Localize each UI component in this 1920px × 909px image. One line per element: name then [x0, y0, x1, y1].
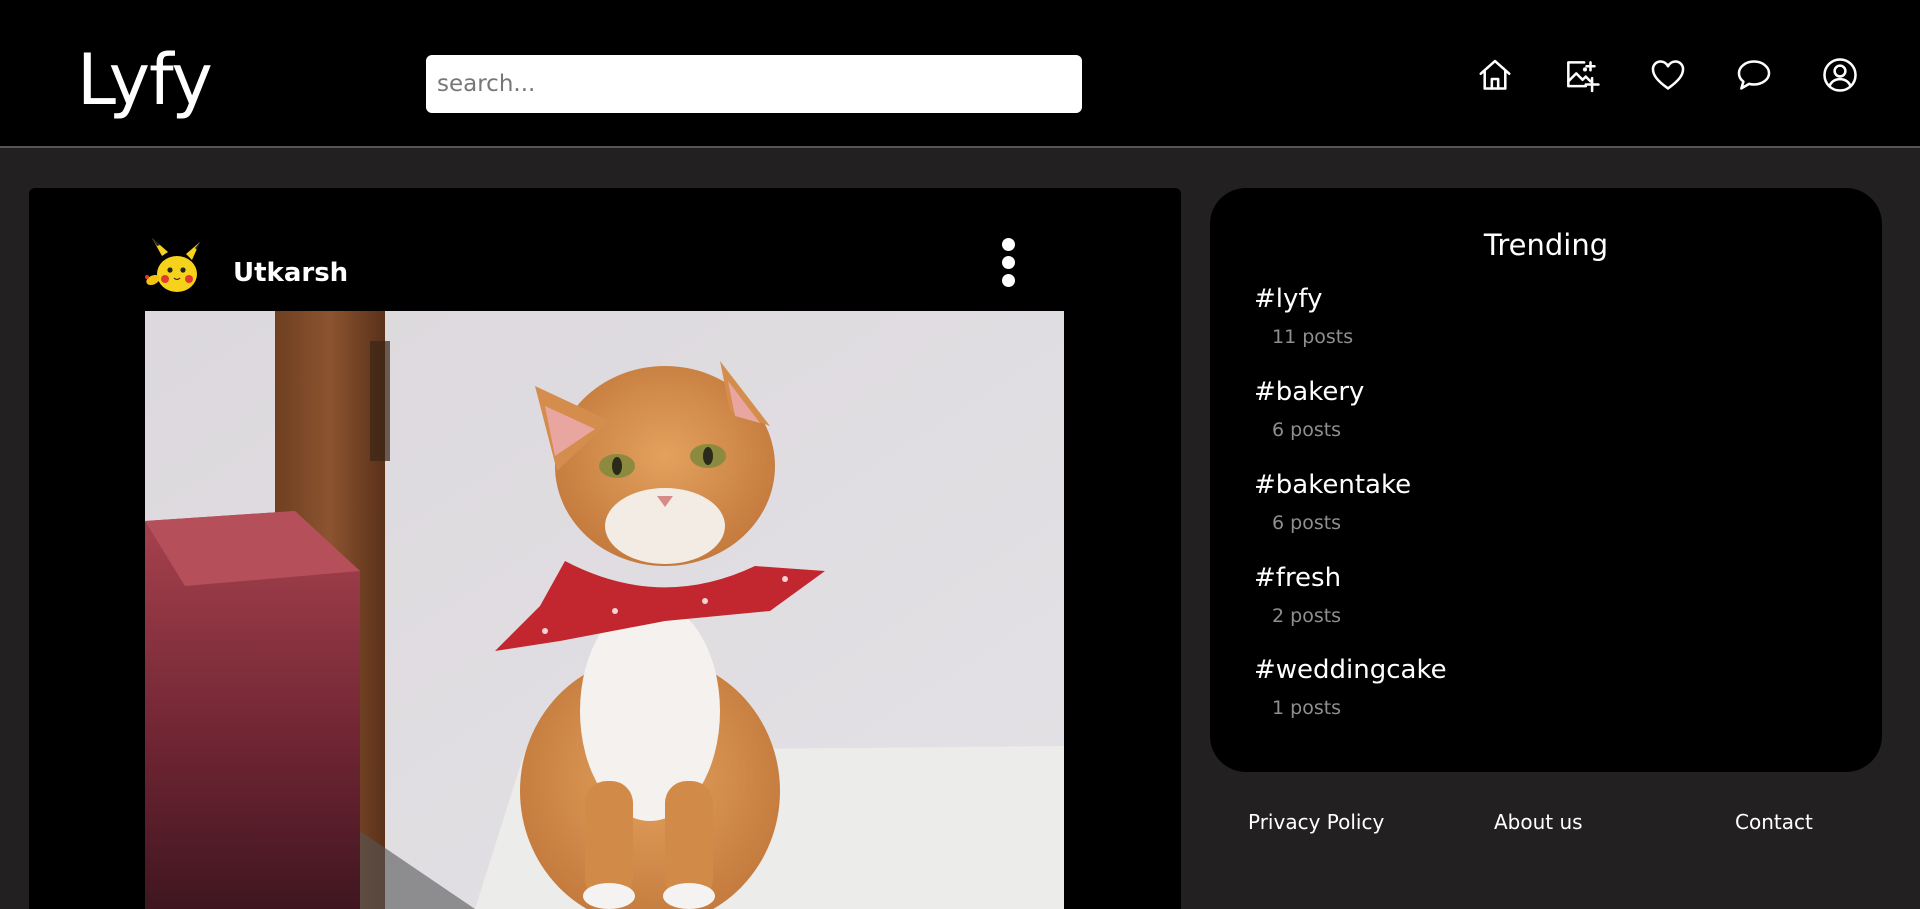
trending-panel: Trending #lyfy 11 posts #bakery 6 posts … [1210, 188, 1882, 772]
trending-item-fresh[interactable]: #fresh 2 posts [1254, 562, 1814, 628]
home-icon[interactable] [1476, 56, 1514, 94]
add-image-icon[interactable] [1562, 56, 1600, 94]
post-username[interactable]: Utkarsh [233, 258, 348, 288]
trending-tag[interactable]: #bakentake [1254, 469, 1814, 501]
user-avatar[interactable] [144, 236, 206, 298]
trending-item-bakentake[interactable]: #bakentake 6 posts [1254, 469, 1814, 535]
more-options-icon[interactable] [997, 238, 1019, 292]
trending-tag[interactable]: #fresh [1254, 562, 1814, 594]
trending-tag[interactable]: #weddingcake [1254, 654, 1814, 686]
trending-count: 1 posts [1272, 697, 1342, 719]
post-card: Utkarsh [29, 188, 1181, 909]
heart-icon[interactable] [1649, 56, 1687, 94]
profile-icon[interactable] [1821, 56, 1859, 94]
chat-icon[interactable] [1735, 56, 1773, 94]
trending-tag[interactable]: #lyfy [1254, 283, 1814, 315]
trending-title: Trending [1483, 228, 1609, 262]
contact-link[interactable]: Contact [1735, 810, 1813, 834]
about-us-link[interactable]: About us [1494, 810, 1583, 834]
app-logo[interactable]: Lyfy [77, 38, 213, 122]
trending-item-bakery[interactable]: #bakery 6 posts [1254, 376, 1814, 442]
search-input[interactable] [426, 55, 1082, 113]
privacy-policy-link[interactable]: Privacy Policy [1248, 810, 1384, 834]
trending-count: 6 posts [1272, 512, 1342, 534]
trending-count: 6 posts [1272, 419, 1342, 441]
post-image[interactable] [145, 311, 1064, 909]
top-navbar: Lyfy [0, 0, 1920, 148]
trending-count: 11 posts [1272, 326, 1354, 348]
trending-item-weddingcake[interactable]: #weddingcake 1 posts [1254, 654, 1814, 720]
trending-item-lyfy[interactable]: #lyfy 11 posts [1254, 283, 1814, 349]
trending-count: 2 posts [1272, 605, 1342, 627]
trending-tag[interactable]: #bakery [1254, 376, 1814, 408]
